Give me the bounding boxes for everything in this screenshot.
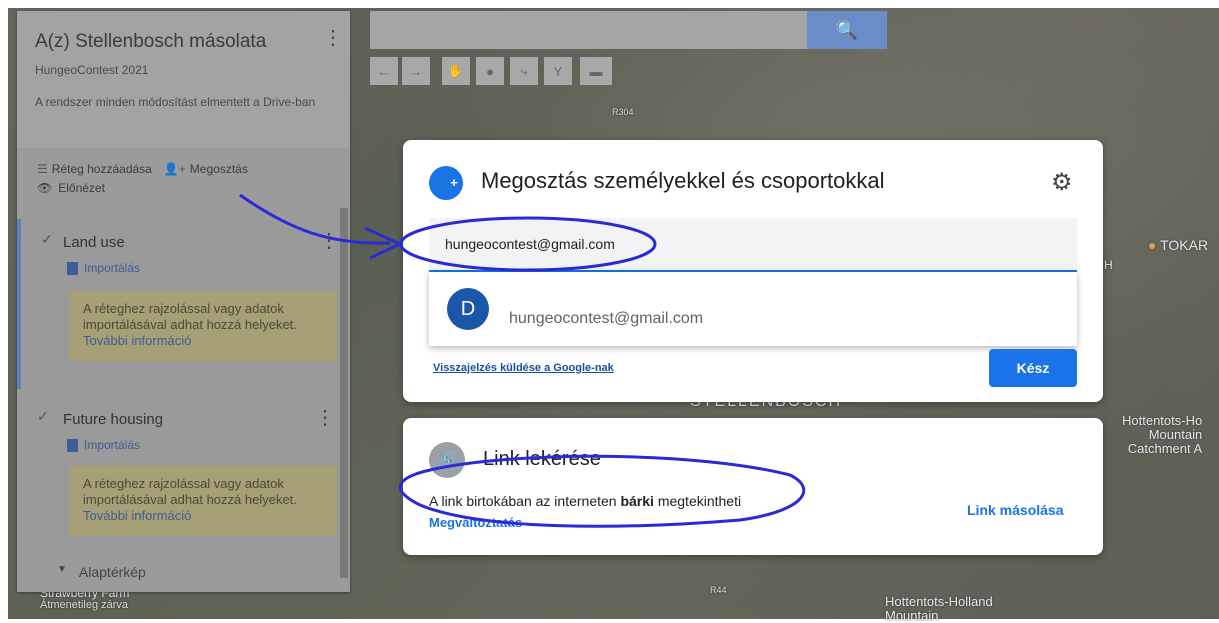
undo-icon: ←: [377, 63, 391, 79]
map-search-input[interactable]: [370, 11, 807, 49]
map-label-hottentots-right: Hottentots-Ho Mountain Catchment A: [1122, 413, 1203, 456]
import-label: Importálás: [84, 261, 141, 275]
layer-menu-button[interactable]: ⋮: [319, 231, 339, 251]
layer-land-use[interactable]: ✓ Land use ⋮ Importálás A réteghez rajzo…: [17, 219, 350, 389]
add-marker-button[interactable]: ●: [476, 57, 504, 85]
map-panel: A(z) Stellenbosch másolata ⋮ HungeoConte…: [17, 11, 350, 592]
map-label-h: H: [1104, 258, 1113, 272]
link-icon: 🔗: [429, 442, 465, 478]
map-label-temp-closed: Átmenetileg zárva: [40, 599, 129, 611]
winery-pin-icon: ●: [1148, 237, 1157, 253]
ruler-icon: ▬: [589, 63, 603, 79]
document-icon: [67, 261, 78, 275]
gear-icon[interactable]: ⚙: [1051, 168, 1073, 197]
import-link[interactable]: Importálás: [67, 261, 140, 275]
draw-line-icon: ⤷: [520, 63, 528, 78]
map-menu-button[interactable]: ⋮: [323, 28, 343, 48]
pan-tool-button[interactable]: ✋: [442, 57, 470, 85]
change-link[interactable]: Megváltoztatás: [429, 515, 522, 530]
suggestion-email: hungeocontest@gmail.com: [509, 310, 704, 327]
map-label-tokara: ● TOKAR: [1148, 237, 1208, 253]
link-desc-before: A link birtokában az interneten: [429, 493, 621, 509]
chevron-down-icon: ▼: [57, 564, 67, 575]
email-field[interactable]: hungeocontest@gmail.com: [429, 218, 1077, 272]
basemap-label: Alaptérkép: [78, 564, 146, 580]
panel-actions: ☰ Réteg hozzáadása 👤+ Megosztás: [37, 162, 248, 176]
undo-button[interactable]: ←: [370, 57, 398, 85]
layer-hint: A réteghez rajzolással vagy adatok impor…: [69, 291, 337, 361]
link-description: A link birtokában az interneten bárki me…: [429, 493, 741, 509]
learn-more-link[interactable]: További információ: [83, 508, 337, 524]
learn-more-link[interactable]: További információ: [83, 333, 337, 349]
person-add-icon: 👤+: [429, 166, 463, 200]
more-vert-icon: ⋮: [323, 27, 343, 49]
preview-button[interactable]: 👁 Előnézet: [37, 181, 105, 195]
hint-text: A réteghez rajzolással vagy adatok impor…: [83, 301, 297, 332]
share-dialog: 👤+ Megosztás személyekkel és csoportokka…: [403, 140, 1103, 402]
link-title: Link lekérése: [483, 448, 601, 470]
panel-scrollbar[interactable]: [340, 208, 348, 578]
layer-title[interactable]: Future housing: [63, 411, 163, 428]
email-value[interactable]: hungeocontest@gmail.com: [445, 236, 615, 252]
dialog-title: Megosztás személyekkel és csoportokkal: [481, 168, 885, 193]
layer-checkbox[interactable]: ✓: [37, 408, 49, 425]
marker-icon: ●: [486, 63, 494, 79]
measure-button[interactable]: ▬: [580, 57, 612, 85]
layer-title[interactable]: Land use: [63, 234, 125, 251]
preview-label: Előnézet: [58, 181, 105, 195]
redo-button[interactable]: →: [402, 57, 430, 85]
search-icon: 🔍: [835, 19, 859, 40]
directions-icon: Y: [553, 63, 563, 79]
copy-link-button[interactable]: Link másolása: [967, 502, 1064, 518]
layer-hint: A réteghez rajzolással vagy adatok impor…: [69, 466, 337, 536]
search-button[interactable]: 🔍: [807, 11, 887, 49]
road-label-r44: R44: [710, 585, 727, 595]
map-title[interactable]: A(z) Stellenbosch másolata: [35, 31, 266, 53]
draw-line-button[interactable]: ⤷: [510, 57, 538, 85]
done-button[interactable]: Kész: [989, 349, 1077, 387]
eye-icon: 👁: [37, 181, 53, 195]
road-label-r304: R304: [612, 107, 634, 117]
person-add-icon: 👤+: [163, 162, 186, 176]
feedback-link[interactable]: Visszajelzés küldése a Google-nak: [433, 362, 614, 374]
map-subtitle[interactable]: HungeoContest 2021: [35, 63, 148, 77]
map-label-tokara-text: TOKAR: [1160, 237, 1209, 253]
contact-suggestion[interactable]: D hungeocontest@gmail.com: [429, 272, 1077, 346]
get-link-card: 🔗 Link lekérése A link birtokában az int…: [403, 418, 1103, 555]
link-desc-bold: bárki: [620, 493, 654, 509]
basemap-row[interactable]: ▼ Alaptérkép: [57, 564, 146, 580]
layer-menu-button[interactable]: ⋮: [315, 408, 335, 428]
import-label: Importálás: [84, 438, 141, 452]
hand-icon: ✋: [447, 63, 465, 78]
link-desc-after: megtekintheti: [653, 493, 742, 509]
more-vert-icon: ⋮: [319, 230, 339, 252]
directions-button[interactable]: Y: [544, 57, 572, 85]
more-vert-icon: ⋮: [315, 407, 335, 429]
layers-icon: ☰: [37, 162, 48, 176]
avatar: D: [447, 288, 489, 330]
import-link[interactable]: Importálás: [67, 438, 140, 452]
document-icon: [67, 438, 78, 452]
hint-text: A réteghez rajzolással vagy adatok impor…: [83, 476, 297, 507]
layer-future-housing[interactable]: ✓ Future housing ⋮ Importálás A réteghez…: [17, 396, 350, 556]
panel-header: A(z) Stellenbosch másolata ⋮ HungeoConte…: [17, 11, 350, 148]
layer-checkbox[interactable]: ✓: [41, 231, 53, 248]
add-layer-button[interactable]: Réteg hozzáadása: [52, 162, 152, 176]
save-status: A rendszer minden módosítást elmentett a…: [35, 95, 316, 109]
redo-icon: →: [409, 63, 423, 79]
share-button[interactable]: Megosztás: [190, 162, 248, 176]
